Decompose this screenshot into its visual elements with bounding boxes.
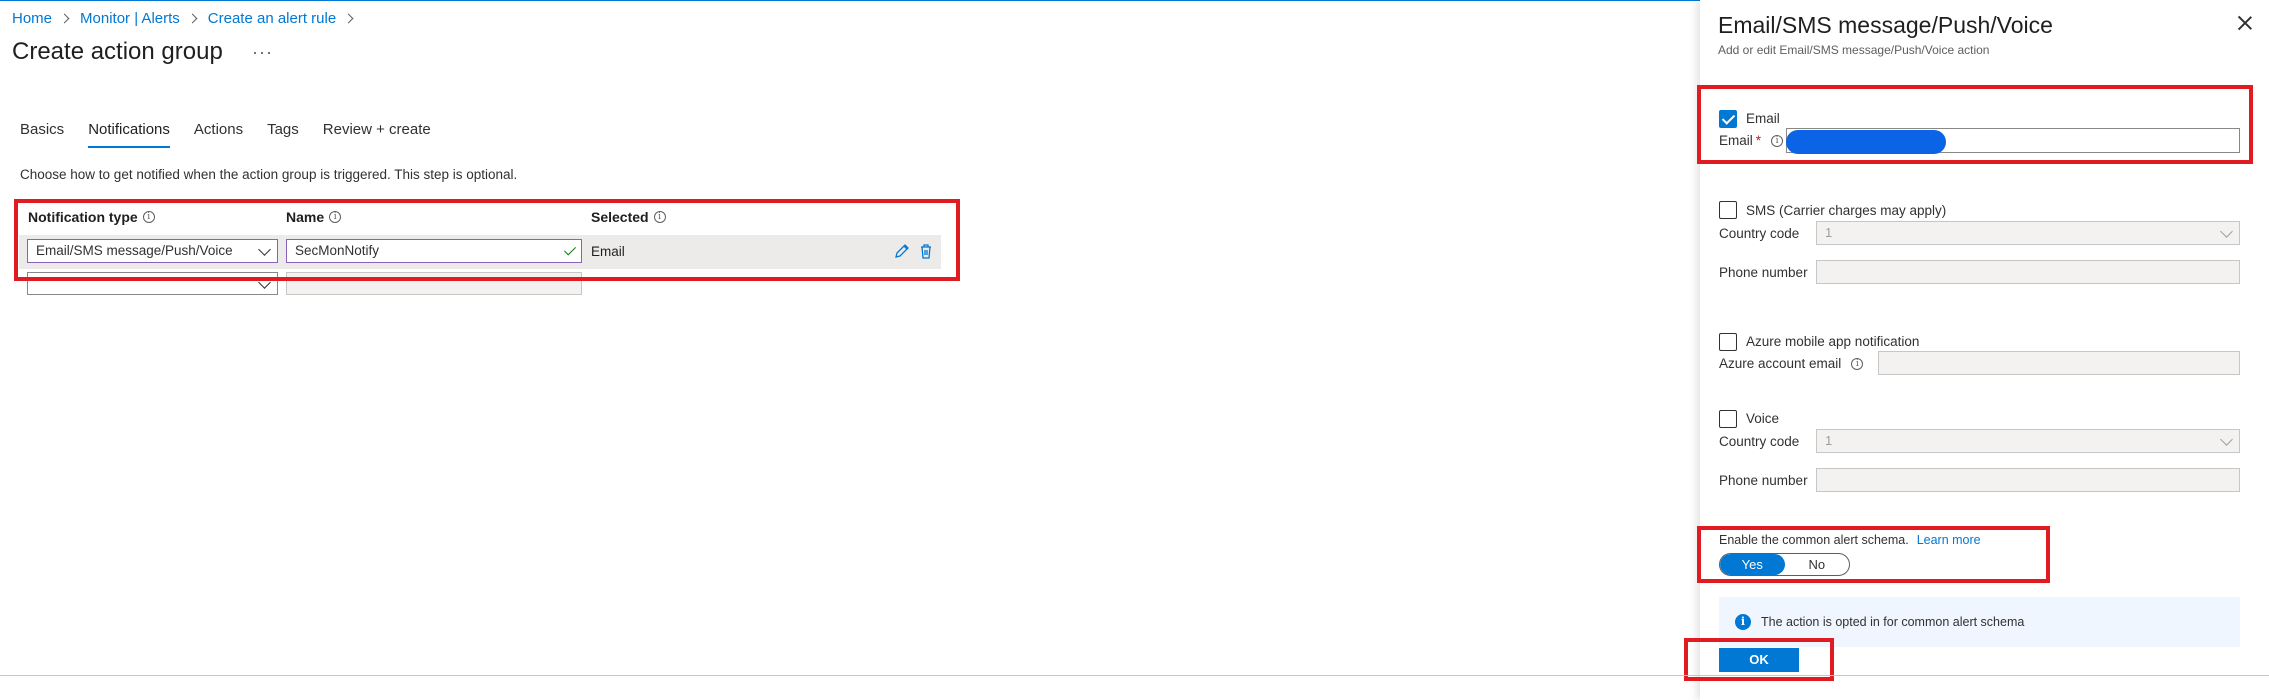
page-title: Create action group: [12, 38, 223, 65]
highlight-box-table: [14, 199, 960, 281]
tab-review-create[interactable]: Review + create: [323, 121, 431, 148]
close-icon[interactable]: [2238, 16, 2252, 30]
voice-checkbox[interactable]: [1719, 410, 1737, 428]
breadcrumb-home[interactable]: Home: [12, 10, 52, 27]
sms-country-code-dropdown[interactable]: 1: [1816, 221, 2240, 245]
tab-basics[interactable]: Basics: [20, 121, 64, 148]
info-icon[interactable]: i: [1851, 357, 1864, 370]
highlight-box-schema: [1697, 526, 2050, 583]
more-options-button[interactable]: ···: [252, 42, 273, 63]
breadcrumb-create-alert-rule[interactable]: Create an alert rule: [208, 10, 336, 27]
chevron-down-icon: [2220, 225, 2233, 238]
sms-checkbox-label: SMS (Carrier charges may apply): [1746, 203, 1947, 218]
voice-country-code-label: Country code: [1719, 434, 1800, 449]
dropdown-value: 1: [1825, 225, 1833, 240]
voice-phone-number-input[interactable]: [1816, 468, 2240, 492]
info-icon: i: [1735, 614, 1751, 630]
breadcrumb: Home Monitor | Alerts Create an alert ru…: [12, 10, 364, 27]
tab-tags[interactable]: Tags: [267, 121, 299, 148]
panel-subtitle: Add or edit Email/SMS message/Push/Voice…: [1718, 43, 1990, 57]
dropdown-value: 1: [1825, 433, 1833, 448]
highlight-box-email: [1697, 85, 2253, 164]
chevron-right-icon: [343, 13, 354, 24]
chevron-right-icon: [187, 13, 198, 24]
voice-country-code-dropdown[interactable]: 1: [1816, 429, 2240, 453]
tab-notifications[interactable]: Notifications: [88, 121, 170, 148]
info-message: The action is opted in for common alert …: [1761, 615, 2025, 629]
azure-app-checkbox[interactable]: [1719, 333, 1737, 351]
sms-phone-number-input[interactable]: [1816, 260, 2240, 284]
chevron-right-icon: [59, 13, 70, 24]
azure-app-checkbox-label: Azure mobile app notification: [1746, 334, 1920, 349]
voice-phone-number-label: Phone number: [1719, 473, 1808, 488]
label-text: Azure account email: [1719, 356, 1842, 371]
panel-title: Email/SMS message/Push/Voice: [1718, 12, 2053, 38]
chevron-down-icon: [2220, 433, 2233, 446]
top-accent-line: [0, 0, 1700, 1]
sms-checkbox[interactable]: [1719, 201, 1737, 219]
breadcrumb-monitor-alerts[interactable]: Monitor | Alerts: [80, 10, 180, 27]
bottom-divider: [0, 675, 2269, 676]
sms-country-code-label: Country code: [1719, 226, 1800, 241]
sms-phone-number-label: Phone number: [1719, 265, 1808, 280]
step-description: Choose how to get notified when the acti…: [20, 167, 518, 182]
azure-account-email-input[interactable]: [1878, 351, 2240, 375]
tab-actions[interactable]: Actions: [194, 121, 243, 148]
tab-bar: Basics Notifications Actions Tags Review…: [20, 121, 455, 148]
azure-account-email-label: Azure account email i: [1719, 356, 1864, 371]
voice-checkbox-label: Voice: [1746, 411, 1780, 426]
